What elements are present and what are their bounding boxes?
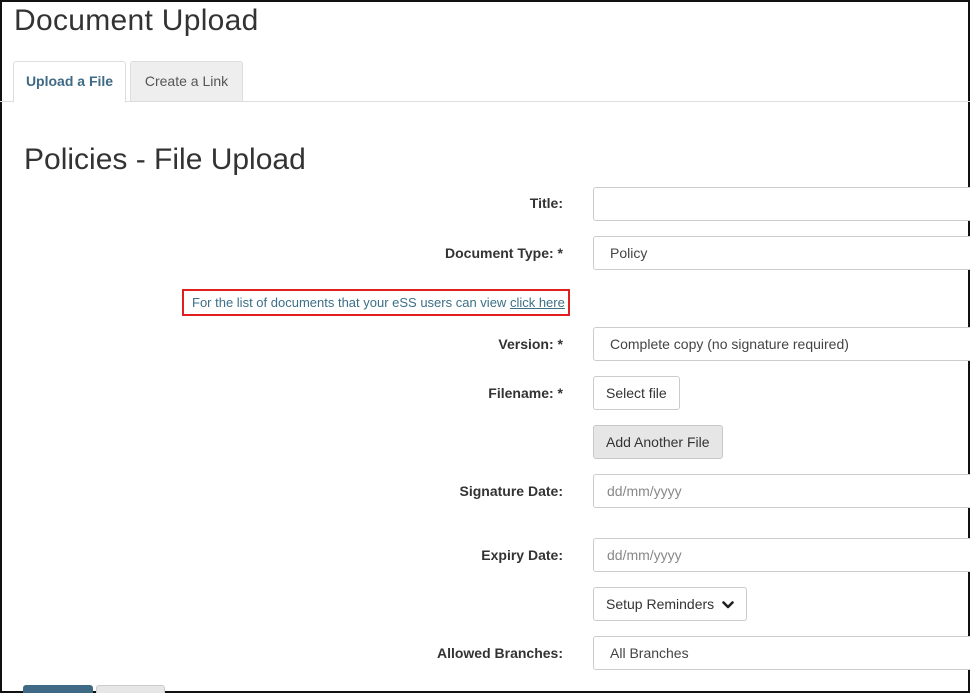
tab-upload-a-file[interactable]: Upload a File <box>13 61 126 103</box>
allowed-branches-label: Allowed Branches: <box>436 645 563 661</box>
signature-date-input[interactable]: dd/mm/yyyy <box>593 474 970 508</box>
title-input[interactable] <box>593 187 970 221</box>
allowed-branches-select[interactable]: All Branches <box>593 636 970 670</box>
setup-reminders-label: Setup Reminders <box>606 596 715 612</box>
expiry-date-label: Expiry Date: <box>481 547 563 563</box>
setup-reminders-button[interactable]: Setup Reminders <box>593 587 748 621</box>
signature-date-label: Signature Date: <box>459 483 563 499</box>
section-title: Policies - File Upload <box>24 143 306 176</box>
page-title: Document Upload <box>14 4 259 37</box>
filename-label: Filename: * <box>488 385 563 401</box>
select-file-button[interactable]: Select file <box>593 376 680 410</box>
tab-bar: Upload a File Create a Link <box>0 61 970 103</box>
add-another-file-button[interactable]: Add Another File <box>593 425 723 459</box>
tab-create-a-link[interactable]: Create a Link <box>130 61 243 102</box>
document-type-label: Document Type: * <box>445 245 563 261</box>
primary-action-button-partial[interactable] <box>23 685 93 693</box>
chevron-down-icon <box>722 589 734 621</box>
document-type-select[interactable]: Policy <box>593 236 970 270</box>
click-here-link[interactable]: click here <box>510 295 565 310</box>
version-label: Version: * <box>498 336 563 352</box>
version-select[interactable]: Complete copy (no signature required) <box>593 327 970 361</box>
expiry-date-input[interactable]: dd/mm/yyyy <box>593 538 970 572</box>
secondary-action-button-partial[interactable] <box>96 685 165 693</box>
ess-note-text: For the list of documents that your eSS … <box>192 295 510 310</box>
ess-documents-note: For the list of documents that your eSS … <box>182 289 570 316</box>
title-label: Title: <box>529 195 563 211</box>
